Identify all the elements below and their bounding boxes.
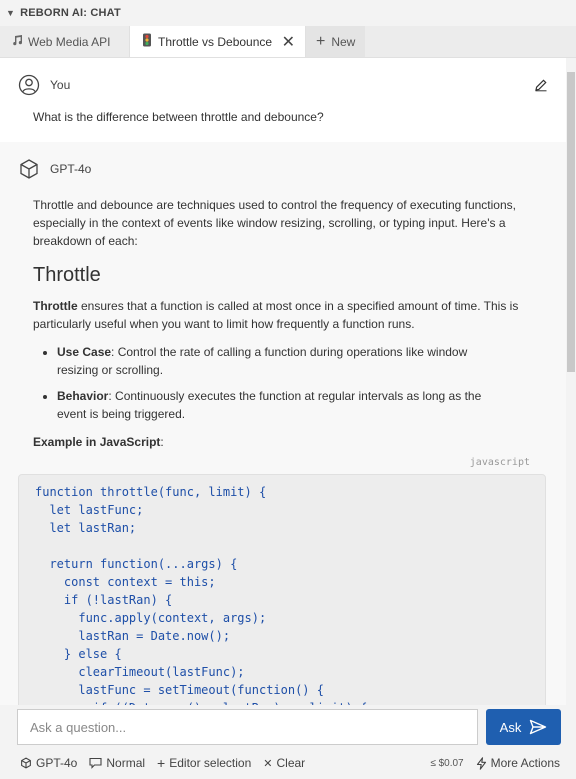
close-icon: ✕ bbox=[263, 757, 273, 770]
edit-icon[interactable] bbox=[534, 78, 548, 92]
user-avatar-icon bbox=[18, 74, 40, 96]
ask-button[interactable]: Ask bbox=[486, 709, 561, 745]
example-heading: Example in JavaScript: bbox=[33, 433, 548, 451]
message-author: GPT-4o bbox=[50, 162, 92, 176]
editor-selection-label: Editor selection bbox=[169, 756, 252, 770]
tab-throttle-vs-debounce[interactable]: Throttle vs Debounce ✕ bbox=[130, 26, 306, 57]
bottom-toolbar: GPT-4o Normal + Editor selection ✕ Clear… bbox=[0, 752, 576, 774]
tab-label: Throttle vs Debounce bbox=[158, 34, 273, 49]
tab-bar: Web Media API Throttle vs Debounce ✕ + N… bbox=[0, 26, 576, 58]
ask-button-label: Ask bbox=[499, 719, 522, 735]
assistant-message: GPT-4o Throttle and debounce are techniq… bbox=[0, 142, 566, 705]
intro-paragraph: Throttle and debounce are techniques use… bbox=[33, 198, 516, 248]
plus-icon: + bbox=[316, 32, 326, 50]
list-item: Use Case: Control the rate of calling a … bbox=[57, 343, 548, 379]
bullet-term: Behavior bbox=[57, 389, 109, 403]
chat-bubble-icon bbox=[89, 757, 102, 769]
cube-icon bbox=[21, 757, 31, 769]
bullet-text: : Control the rate of calling a function… bbox=[57, 345, 468, 377]
more-actions-label: More Actions bbox=[490, 756, 560, 770]
cost-estimate: ≤ $0.07 bbox=[430, 757, 464, 769]
bullet-list: Use Case: Control the rate of calling a … bbox=[33, 343, 548, 423]
panel-title: REBORN AI: CHAT bbox=[20, 7, 121, 19]
code-text: function throttle(func, limit) { let las… bbox=[35, 485, 367, 705]
close-icon[interactable]: ✕ bbox=[282, 32, 295, 52]
list-item: Behavior: Continuously executes the func… bbox=[57, 387, 548, 423]
bullet-text: : Continuously executes the function at … bbox=[57, 389, 482, 421]
throttle-paragraph: Throttle ensures that a function is call… bbox=[33, 297, 548, 333]
scrollbar-thumb[interactable] bbox=[567, 72, 575, 372]
lightning-icon bbox=[476, 756, 486, 770]
mode-label: Normal bbox=[106, 756, 146, 770]
music-icon bbox=[10, 34, 24, 49]
ask-row: Ask bbox=[17, 709, 561, 745]
cube-icon bbox=[20, 159, 38, 179]
scrollbar[interactable] bbox=[566, 58, 576, 705]
new-tab-button[interactable]: + New bbox=[306, 26, 366, 57]
send-icon bbox=[530, 719, 547, 735]
throttle-term: Throttle bbox=[33, 299, 78, 313]
chat-content: You What is the difference between throt… bbox=[0, 58, 566, 705]
user-message-text: What is the difference between throttle … bbox=[33, 110, 324, 124]
plus-icon: + bbox=[157, 755, 166, 771]
message-author: You bbox=[50, 78, 71, 92]
code-block[interactable]: function throttle(func, limit) { let las… bbox=[18, 474, 546, 705]
model-selector[interactable]: GPT-4o bbox=[20, 756, 77, 770]
user-message: You What is the difference between throt… bbox=[0, 58, 566, 142]
panel-header[interactable]: ▼ REBORN AI: CHAT bbox=[0, 0, 576, 26]
example-colon: : bbox=[160, 435, 164, 449]
bullet-term: Use Case bbox=[57, 345, 112, 359]
model-label: GPT-4o bbox=[36, 756, 78, 770]
mode-selector[interactable]: Normal bbox=[89, 756, 145, 770]
tab-label: Web Media API bbox=[28, 34, 111, 49]
clear-button[interactable]: ✕ Clear bbox=[263, 756, 305, 770]
throttle-description: ensures that a function is called at mos… bbox=[33, 299, 519, 331]
clear-label: Clear bbox=[276, 756, 306, 770]
traffic-light-icon bbox=[140, 33, 154, 50]
section-heading: Throttle bbox=[33, 264, 101, 286]
new-tab-label: New bbox=[331, 34, 356, 49]
example-label: Example in JavaScript bbox=[33, 435, 161, 449]
chevron-down-icon: ▼ bbox=[6, 8, 16, 18]
more-actions-button[interactable]: More Actions bbox=[476, 756, 560, 770]
tab-web-media-api[interactable]: Web Media API bbox=[0, 26, 130, 57]
editor-selection-button[interactable]: + Editor selection bbox=[157, 755, 251, 771]
question-input[interactable] bbox=[17, 709, 478, 745]
code-language-label: javascript bbox=[469, 457, 530, 468]
